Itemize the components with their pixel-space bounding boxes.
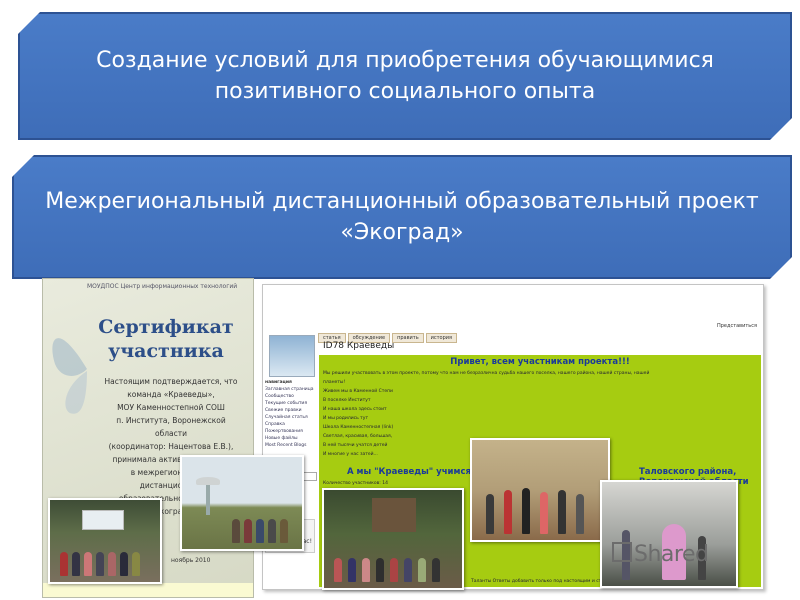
sidebar-item-random[interactable]: Случайная статья <box>265 414 317 421</box>
sidebar-item-recent[interactable]: Свежие правки <box>265 407 317 414</box>
photo-field-group <box>180 455 304 551</box>
person-figure <box>334 558 342 582</box>
certificate-line: МОУ Каменностепной СОШ <box>117 403 225 412</box>
wiki-logo[interactable] <box>269 335 315 377</box>
banner-sign <box>82 510 124 530</box>
certificate-line: Настоящим подтверждается, что <box>104 377 238 386</box>
person-figure <box>418 558 426 582</box>
certificate-footer-strip <box>43 583 253 597</box>
person-figure <box>522 488 530 534</box>
title-line-2: позитивного социального опыта <box>214 79 596 104</box>
certificate-header: МОУДПОС Центр информационных технологий <box>87 283 238 290</box>
person-figure <box>60 552 68 576</box>
person-figure <box>108 552 116 576</box>
person-figure <box>486 494 494 534</box>
person-figure <box>132 552 140 576</box>
person-figure <box>348 558 356 582</box>
certificate-title-line-1: Сертификат <box>98 316 234 338</box>
person-figure <box>540 492 548 534</box>
share-icon <box>612 542 632 562</box>
sidebar-item-main[interactable]: Заглавная страница <box>265 386 317 393</box>
certificate-line: команда «Краеведы», <box>127 390 215 399</box>
person-figure <box>390 558 398 582</box>
person-figure <box>362 558 370 582</box>
project-banner: Межрегиональный дистанционный образовате… <box>12 155 792 279</box>
content-line: Школа Каменностепная (link) <box>323 425 394 430</box>
login-link[interactable]: Представиться <box>717 323 757 329</box>
person-figure <box>504 490 512 534</box>
person-figure <box>84 552 92 576</box>
sidebar-item-blogs[interactable]: Most Recent Blogs <box>265 442 317 449</box>
person-figure <box>558 490 566 534</box>
content-line: И мы родились тут <box>323 416 369 421</box>
watermark-logo: Shared <box>612 542 709 567</box>
sidebar-item-donate[interactable]: Пожертвования <box>265 428 317 435</box>
tab-edit[interactable]: править <box>392 333 424 343</box>
person-figure <box>576 494 584 534</box>
person-figure <box>232 519 240 543</box>
watermark-text: Shared <box>634 542 709 567</box>
person-figure <box>268 519 276 543</box>
person-figure <box>432 558 440 582</box>
photo-children-indoor <box>600 480 738 588</box>
nav-header: навигация <box>265 380 292 385</box>
person-figure <box>244 519 252 543</box>
person-figure <box>404 558 412 582</box>
person-figure <box>256 519 264 543</box>
person-figure <box>72 552 80 576</box>
photo-forest-group <box>322 488 464 590</box>
photo-group-with-sign <box>48 498 162 584</box>
title-line-1: Создание условий для приобретения обучаю… <box>96 48 714 73</box>
certificate-line: п. Института, Воронежской области <box>116 416 226 438</box>
sidebar-item-help[interactable]: Справка <box>265 421 317 428</box>
content-line: Мы решили участвовать в этом проекте, по… <box>323 371 650 385</box>
content-line: И наша школа здесь стоит <box>323 407 387 412</box>
photo-museum-group <box>470 438 610 542</box>
project-line-2: «Экоград» <box>340 220 464 245</box>
certificate-line: (координатор: Нацентова Е.В.), <box>108 442 234 451</box>
certificate-title-line-2: участника <box>108 340 224 362</box>
person-figure <box>96 552 104 576</box>
page-title: ID78 Краеведы <box>323 341 395 351</box>
certificate-title: Сертификат участника <box>91 315 241 363</box>
weather-station-shape <box>196 477 220 485</box>
content-line: В поселке Институт <box>323 398 371 403</box>
content-line: Живем мы в Каменной Степи <box>323 389 393 394</box>
tab-history[interactable]: история <box>425 333 458 343</box>
sidebar-item-community[interactable]: Сообщество <box>265 393 317 400</box>
person-figure <box>280 519 288 543</box>
wooden-hut-shape <box>372 498 416 532</box>
sidebar-item-files[interactable]: Новые файлы <box>265 435 317 442</box>
sidebar-item-events[interactable]: Текущие события <box>265 400 317 407</box>
project-line-1: Межрегиональный дистанционный образовате… <box>45 189 759 214</box>
sidebar-navigation: навигация Заглавная страница Сообщество … <box>265 379 317 449</box>
title-banner: Создание условий для приобретения обучаю… <box>18 12 792 140</box>
welcome-heading: Привет, всем участникам проекта!!! <box>450 357 630 367</box>
participant-count: Количество участников: 14 <box>323 481 388 486</box>
certificate-date: ноябрь 2010 <box>171 557 211 564</box>
weather-station-pole <box>206 485 210 515</box>
person-figure <box>376 558 384 582</box>
person-figure <box>120 552 128 576</box>
